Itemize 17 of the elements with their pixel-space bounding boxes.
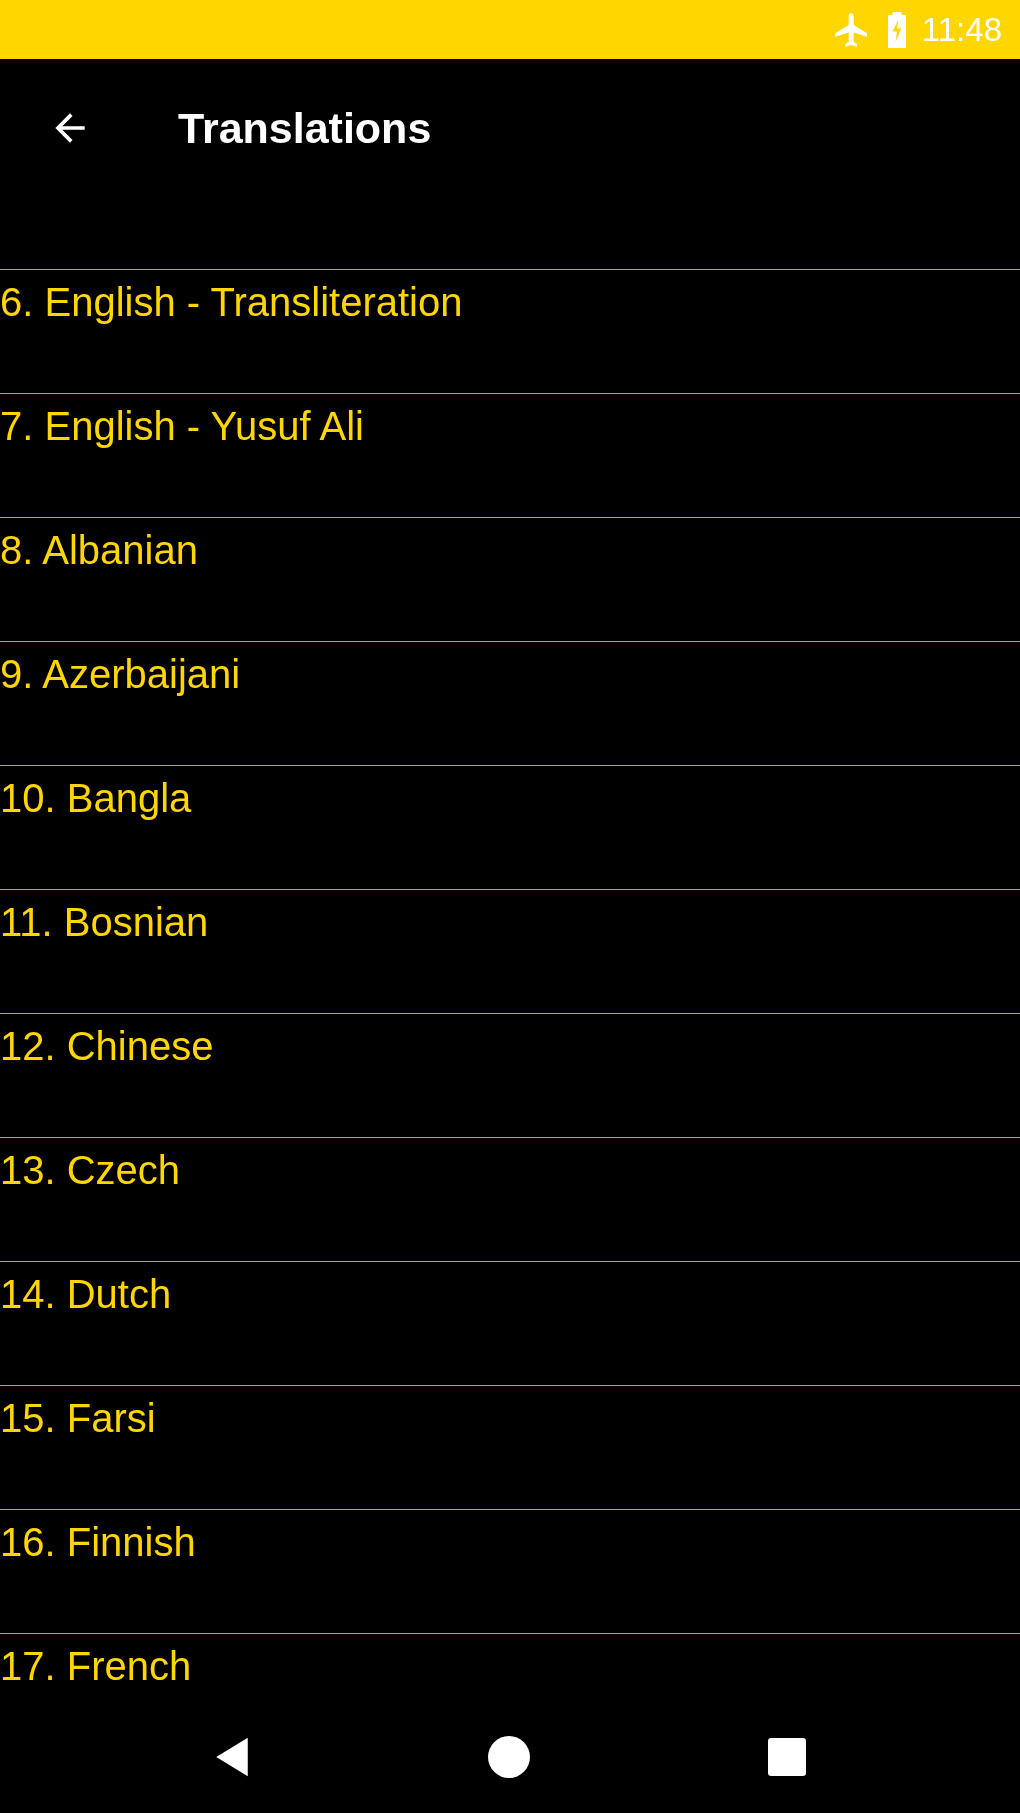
translation-item[interactable]: 7. English - Yusuf Ali [0, 394, 1020, 518]
translation-item[interactable]: 15. Farsi [0, 1386, 1020, 1510]
translation-item[interactable]: 8. Albanian [0, 518, 1020, 642]
translation-item[interactable]: 10. Bangla [0, 766, 1020, 890]
translation-item[interactable]: 11. Bosnian [0, 890, 1020, 1014]
translation-item[interactable]: 13. Czech [0, 1138, 1020, 1262]
recents-nav-icon[interactable] [768, 1737, 806, 1776]
battery-charging-icon [885, 11, 908, 48]
translation-item[interactable]: 16. Finnish [0, 1510, 1020, 1634]
status-time: 11:48 [921, 10, 1002, 49]
translation-item[interactable]: 9. Azerbaijani [0, 642, 1020, 766]
screen-title: Translations [178, 103, 432, 153]
back-nav-icon[interactable] [214, 1735, 250, 1778]
translation-item[interactable]: 12. Chinese [0, 1014, 1020, 1138]
translation-item[interactable]: 6. English - Transliteration [0, 270, 1020, 394]
translation-item[interactable]: 14. Dutch [0, 1262, 1020, 1386]
home-nav-icon[interactable] [488, 1735, 530, 1778]
